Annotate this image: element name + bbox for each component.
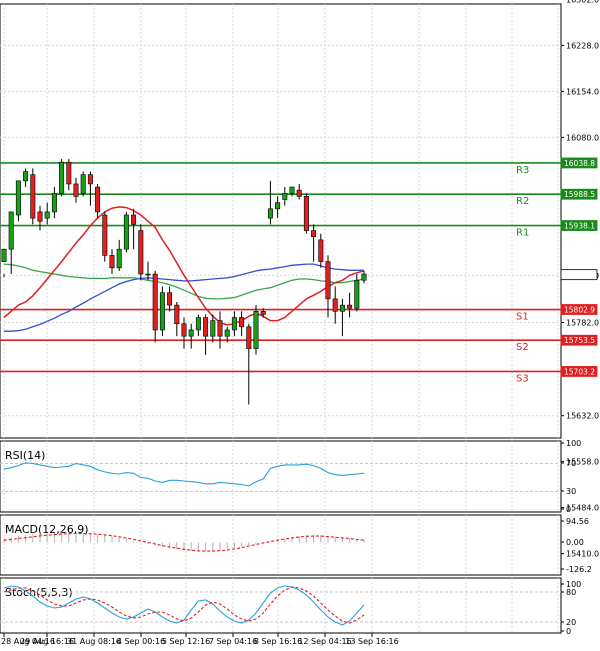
candle-bull [253, 311, 259, 349]
candle-bull [267, 208, 273, 219]
candle-bear [87, 174, 93, 185]
candle-bear [95, 186, 101, 213]
price-y-tick-label: 15410.0 [566, 550, 599, 559]
time-tick-label: 13 Sep 16:16 [345, 637, 398, 646]
candle-bull [145, 273, 151, 276]
candle-bear [138, 230, 144, 275]
time-tick-label: 7 Sep 04:16 [209, 637, 257, 646]
rsi-title: RSI(14) [5, 449, 45, 462]
candle-bear [30, 174, 36, 219]
candle-bear [152, 273, 158, 331]
time-tick-label: 4 Sep 00:16 [117, 637, 165, 646]
level-label-s2: S2 [516, 342, 529, 353]
candle-bear [73, 183, 79, 197]
candle-bull [231, 317, 237, 331]
candle-bull [159, 292, 165, 331]
price-tag-value: 15859.0 [564, 271, 595, 280]
candle-bull [51, 192, 57, 213]
price-y-tick-label: 16154.0 [566, 87, 599, 96]
candle-bear [318, 239, 324, 262]
time-tick-label: 8 Sep 16:16 [254, 637, 302, 646]
price-y-tick-label: 16228.0 [566, 41, 599, 50]
candle-bull [282, 192, 288, 200]
time-tick-label: 31 Aug 08:16 [67, 637, 121, 646]
time-axis: 28 Aug 04:1629 Aug 16:1631 Aug 08:164 Se… [1, 633, 399, 646]
candle-bull [354, 279, 360, 309]
candle-bull [195, 317, 201, 331]
macd-y-tick-label: 94.56 [566, 517, 589, 526]
time-tick-label: 29 Aug 16:16 [20, 637, 74, 646]
price-tag-value: 16038.8 [564, 159, 595, 168]
candle-bear [37, 211, 43, 222]
candle-bear [246, 326, 252, 349]
macd-y-tick-label: 0.00 [566, 538, 584, 547]
rsi-y-tick-label: 0 [566, 505, 571, 514]
price-y-tick-label: 15782.0 [566, 319, 599, 328]
candle-bull [1, 248, 7, 262]
stoch-frame [0, 577, 562, 634]
rsi-y-tick-label: 70 [566, 459, 576, 468]
candle-bear [174, 304, 180, 325]
candle-bear [217, 320, 223, 337]
level-label-s1: S1 [516, 312, 529, 323]
candle-bull [275, 202, 281, 210]
price-tag-value: 15938.1 [564, 222, 595, 231]
price-tag-value: 15703.2 [564, 367, 595, 376]
rsi-frame [0, 440, 562, 513]
candle-bear [260, 311, 266, 315]
candle-bear [347, 304, 353, 309]
candle-bear [66, 161, 72, 185]
candle-bear [109, 255, 115, 269]
price-tag-value: 15753.5 [564, 336, 595, 345]
candle-bull [80, 174, 86, 194]
price-frame [0, 3, 562, 439]
candle-bear [303, 196, 309, 231]
candle-bull [8, 211, 14, 250]
candle-bull [116, 248, 122, 269]
candle-bull [210, 320, 216, 337]
candle-bull [123, 214, 129, 250]
rsi-y-tick-label: 100 [566, 439, 581, 448]
level-label-r1: R1 [516, 228, 529, 239]
candle-bull [44, 211, 50, 219]
candle-bull [224, 329, 230, 337]
level-label-r2: R2 [516, 196, 529, 207]
candle-bear [325, 261, 331, 300]
stoch-y-tick-label: 80 [566, 588, 576, 597]
stoch-y-tick-label: 0 [566, 627, 571, 636]
time-tick-label: 5 Sep 12:16 [162, 637, 210, 646]
candle-bear [332, 298, 338, 312]
price-y-tick-label: 15632.0 [566, 412, 599, 421]
candle-bear [296, 189, 302, 197]
candle-bear [311, 230, 317, 238]
price-tag-value: 15988.5 [564, 190, 595, 199]
price-y-tick-label: 16080.0 [566, 133, 599, 142]
candle-bear [203, 317, 209, 337]
candle-bull [289, 186, 295, 194]
chart-canvas: 16674.016600.016526.016452.016378.016302… [0, 0, 599, 646]
candle-bull [361, 273, 367, 281]
level-label-r3: R3 [516, 165, 529, 176]
price-tag-value: 15802.9 [564, 306, 595, 315]
candle-bear [181, 323, 187, 337]
macd-y-tick-label: -126.2 [566, 565, 592, 574]
candle-bear [239, 317, 245, 328]
stoch-panel: 10080200Stoch(5,5,3) [0, 577, 581, 636]
time-tick-label: 12 Sep 04:16 [298, 637, 351, 646]
rsi-y-tick-label: 30 [566, 487, 576, 496]
candle-bull [59, 161, 65, 194]
stoch-y-tick-label: 20 [566, 618, 576, 627]
candle-bear [167, 292, 173, 306]
macd-panel: 94.560.00-126.2MACD(12,26,9) [0, 514, 592, 576]
candle-bear [131, 214, 137, 225]
candle-bull [23, 171, 29, 182]
price-y-tick-label: 16302.0 [566, 0, 599, 4]
candle-bull [15, 180, 21, 216]
candle-bear [102, 214, 108, 256]
candle-bull [188, 329, 194, 337]
level-label-s3: S3 [516, 373, 529, 384]
candle-bull [339, 304, 345, 312]
rsi-panel: 100 70 30 0 RSI(14) [0, 439, 581, 514]
